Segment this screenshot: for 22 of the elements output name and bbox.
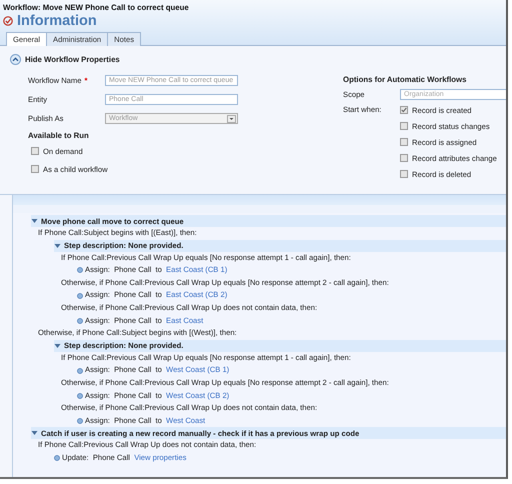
checkbox[interactable] (31, 147, 39, 155)
bullet-icon (77, 318, 83, 324)
checkbox[interactable] (400, 138, 408, 146)
checkbox[interactable] (400, 154, 408, 162)
bullet-icon (77, 368, 83, 374)
collapse-arrow-icon[interactable] (54, 242, 61, 249)
checkbox[interactable] (400, 106, 408, 114)
dropdown-arrow-icon[interactable] (227, 114, 236, 122)
checkbox[interactable] (400, 122, 408, 130)
check-circle-icon (3, 16, 13, 26)
bullet-icon (77, 392, 83, 399)
bullet-icon (77, 267, 83, 274)
collapse-icon[interactable] (10, 54, 21, 65)
page-heading: Information (17, 13, 97, 29)
collapse-arrow-icon[interactable] (54, 342, 61, 349)
checkbox[interactable] (31, 165, 39, 173)
checkbox[interactable] (400, 170, 408, 178)
collapse-arrow-icon[interactable] (31, 430, 38, 436)
bullet-icon (77, 292, 83, 299)
collapse-arrow-icon[interactable] (31, 218, 38, 224)
bullet-icon (77, 418, 83, 424)
bullet-icon (54, 455, 60, 462)
